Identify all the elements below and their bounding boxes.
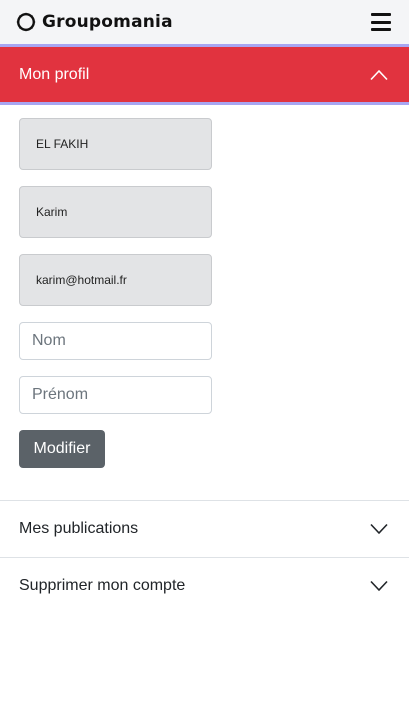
groupomania-globe-icon xyxy=(16,12,36,32)
prenom-input[interactable] xyxy=(19,376,212,414)
first-name-value: Karim xyxy=(36,205,68,219)
chevron-up-icon[interactable] xyxy=(369,69,389,81)
hamburger-icon[interactable] xyxy=(371,13,391,31)
delete-account-accordion-header[interactable]: Supprimer mon compte xyxy=(0,558,409,614)
delete-account-title: Supprimer mon compte xyxy=(19,577,186,594)
top-navbar: Groupomania xyxy=(0,0,409,44)
publications-title: Mes publications xyxy=(19,520,139,537)
nom-input[interactable] xyxy=(19,322,212,360)
profile-accent-line xyxy=(0,102,409,105)
last-name-value: EL FAKIH xyxy=(36,137,89,151)
chevron-down-icon[interactable] xyxy=(369,523,389,535)
profile-title: Mon profil xyxy=(19,65,90,83)
profile-accordion-header[interactable]: Mon profil xyxy=(0,47,409,102)
chevron-down-icon[interactable] xyxy=(369,580,389,592)
brand[interactable]: Groupomania xyxy=(15,11,173,33)
modifier-button[interactable]: Modifier xyxy=(19,430,105,468)
email-value: karim@hotmail.fr xyxy=(36,273,127,287)
email-display: karim@hotmail.fr xyxy=(19,254,212,306)
first-name-display: Karim xyxy=(19,186,212,238)
brand-name: Groupomania xyxy=(42,12,173,32)
last-name-display: EL FAKIH xyxy=(19,118,212,170)
publications-accordion-header[interactable]: Mes publications xyxy=(0,501,409,557)
